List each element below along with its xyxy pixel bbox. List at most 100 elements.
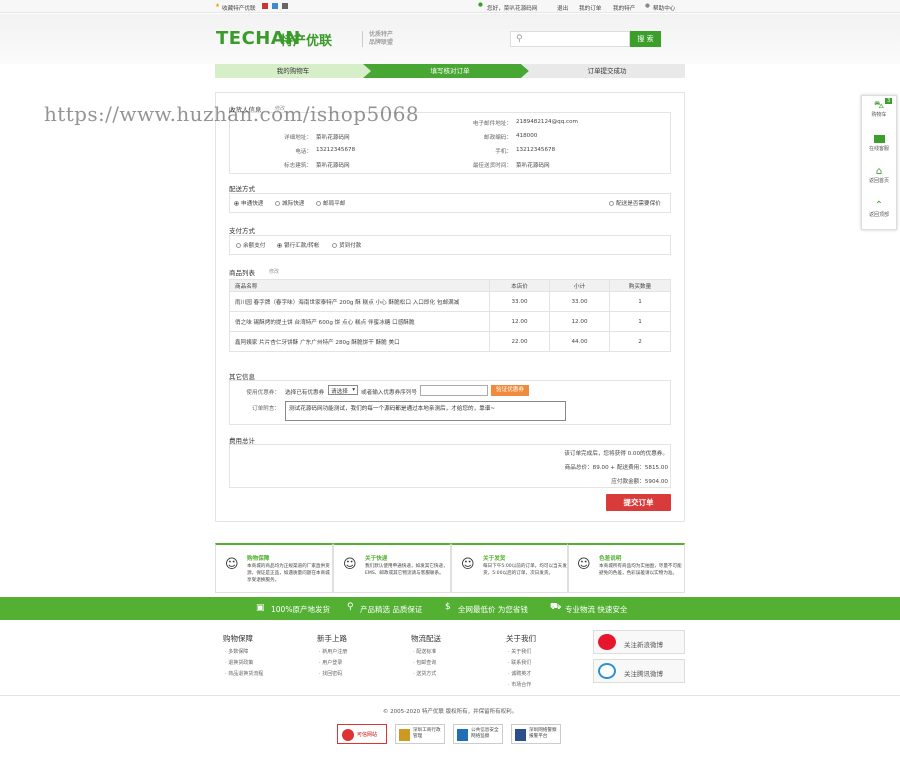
col-subtotal: 小计	[549, 279, 610, 292]
goods-name[interactable]: 俏之味 锡酥烤的提土饼 台湾特产 600g 饼 点心 糕点 伴蜜冰糖 口感酥脆	[229, 311, 490, 332]
shipping-option-city[interactable]: 城际快递	[275, 199, 304, 207]
footer-col-title: 购物保障	[223, 634, 253, 643]
footer-link[interactable]: · 包邮查询	[413, 659, 436, 666]
sina-weibo-label: 关注新浪微博	[624, 641, 663, 649]
side-top-label: 返回顶部	[868, 212, 889, 218]
badge-police[interactable]: 深圳网络警察报警平台	[511, 724, 561, 744]
tencent-weibo-button[interactable]: 关注腾讯微博	[593, 659, 685, 683]
submit-order-button[interactable]: 提交订单	[606, 494, 671, 511]
badge-label: 深圳网络警察报警平台	[529, 728, 557, 739]
table-row: 鑫阿姨家 片片杏仁牙饼酥 广东广州特产 280g 酥脆饼干 酥脆 美口 22.0…	[229, 331, 671, 352]
search-input[interactable]: ⚲	[510, 31, 630, 47]
footer-link[interactable]: · 退换货政策	[225, 659, 253, 666]
shipping-option-post[interactable]: 邮局平邮	[316, 199, 345, 207]
badge-shield-icon	[399, 729, 410, 741]
logout-link[interactable]: 退出	[557, 4, 568, 12]
footer-link[interactable]: · 新用户注册	[319, 648, 347, 655]
goods-subtotal: 44.00	[549, 331, 610, 352]
footer-link[interactable]: · 关于我们	[508, 648, 531, 655]
coupon-reward-text: 该订单完成后，您将获得 0.00的优惠券。	[564, 451, 668, 457]
footer-link[interactable]: · 配送标准	[413, 648, 436, 655]
magnifier-icon: ⚲	[347, 602, 354, 612]
shipping-option-sto[interactable]: 申通快递	[234, 199, 263, 207]
footer-link[interactable]: · 联系我们	[508, 659, 531, 666]
slogan-line-2: 品牌联盟	[369, 39, 394, 46]
address-label: 详细地址：	[284, 135, 312, 141]
step-cart: 我的购物车	[276, 67, 310, 75]
footer-link[interactable]: · 多数保障	[225, 648, 248, 655]
payment-option-balance[interactable]: 余额支付	[236, 241, 265, 249]
search-icon: ⚲	[516, 34, 523, 44]
side-cart-button[interactable]: 3 ⛍ 购物车	[861, 98, 897, 118]
service-text: 我们默认使用申通快递，如发其它快递，EMS、邮政或其它物流请与客服联系。	[365, 564, 448, 576]
badge-trusted[interactable]: 可信网站	[337, 724, 387, 744]
footer-link[interactable]: · 送货方式	[413, 670, 436, 677]
coupon-text: 选择已有优惠券	[285, 390, 325, 396]
badge-label: 深圳工商行政管理	[413, 728, 441, 739]
footer-link[interactable]: · 找回密码	[319, 670, 342, 677]
coupon-select[interactable]: 请选择 ▾	[328, 385, 358, 395]
badge-police-icon	[457, 729, 468, 741]
order-note-textarea[interactable]: 测试花源码网功能测试，我们的每一个源码都是通过本地亲测后，才给您的，靠谱~	[285, 401, 566, 421]
service-text: 本商城所有商品均为实拍图，尽量不可能避免的色差，色彩误差请以实物为准。	[599, 564, 682, 576]
qr-small-icon[interactable]	[282, 3, 288, 9]
side-home-button[interactable]: ⌂ 返回首页	[861, 166, 897, 185]
badge-icbc[interactable]: 深圳工商行政管理	[395, 724, 445, 744]
service-box-guarantee: ☺ 购物保障 本商城的商品均为正规渠道的厂家直供货源，保证是正品，如遇质量问题在…	[215, 543, 333, 593]
smile-icon: ☺	[225, 557, 239, 572]
feature-origin: 100%原产地发货	[271, 605, 330, 614]
goods-price: 33.00	[489, 291, 550, 312]
truck-icon: ⛟	[550, 602, 562, 612]
sina-weibo-button[interactable]: 关注新浪微博	[593, 630, 685, 654]
footer-link[interactable]: · 商品退换货流程	[225, 670, 263, 677]
badge-security[interactable]: 公共信息安全网络监察	[453, 724, 503, 744]
side-cart-label: 购物车	[871, 112, 887, 118]
side-service-button[interactable]: 在线客服	[861, 135, 897, 152]
star-icon: ★	[215, 3, 221, 9]
insure-checkbox[interactable]: 配送是否需要保价	[609, 199, 661, 207]
favorite-link[interactable]: 收藏特产优联	[222, 4, 256, 12]
coupon-code-input[interactable]	[420, 385, 488, 396]
step-done: 订单提交成功	[587, 67, 627, 75]
money-bag-icon: $	[445, 602, 451, 612]
footer-link[interactable]: · 市场合作	[508, 681, 531, 688]
service-box-express: ☺ 关于快递 我们默认使用申通快递，如发其它快递，EMS、邮政或其它物流请与客服…	[333, 543, 451, 593]
my-orders-link[interactable]: 我的订单	[579, 4, 601, 12]
coupon-label: 使用优惠券：	[246, 390, 280, 396]
footer-link[interactable]: · 用户登录	[319, 659, 342, 666]
qq-small-icon[interactable]	[272, 3, 278, 9]
goods-edit-link[interactable]: 修改	[269, 268, 279, 275]
delivery-time-label: 最佳送货时间：	[472, 163, 512, 169]
goods-name[interactable]: 雨川园 春字牌（春字味）海南世家泰特产 200g 酥 糕点 小心 酥脆松口 入口…	[229, 291, 490, 312]
chevron-up-icon: ⌃	[874, 200, 884, 211]
email-label: 电子邮件地址：	[472, 121, 512, 127]
slogan: 优质特产 品牌联盟	[362, 31, 393, 47]
weibo-icon	[598, 634, 616, 650]
chevron-down-icon: ▾	[352, 387, 355, 393]
service-title: 关于快递	[365, 556, 388, 562]
footer-link[interactable]: · 诚聘英才	[508, 670, 531, 677]
feature-logistics: 专业物流 快速安全	[565, 605, 628, 614]
search-button[interactable]: 搜 索	[630, 31, 661, 47]
help-icon: ●	[645, 3, 650, 9]
my-account-link[interactable]: 我的特产	[613, 4, 635, 12]
weibo-small-icon[interactable]	[262, 3, 268, 9]
cart-count-badge: 3	[885, 98, 893, 104]
help-link[interactable]: 帮助中心	[653, 4, 675, 12]
order-note-label: 订单附言：	[252, 406, 280, 412]
footer-col-title: 新手上路	[317, 634, 347, 643]
goods-name[interactable]: 鑫阿姨家 片片杏仁牙饼酥 广东广州特产 280g 酥脆饼干 酥脆 美口	[229, 331, 490, 352]
home-icon: ⌂	[875, 166, 883, 177]
verify-coupon-button[interactable]: 验证优惠券	[491, 385, 529, 396]
payment-option-cod[interactable]: 货到付款	[332, 241, 361, 249]
goods-subtotal: 33.00	[549, 291, 610, 312]
smile-icon: ☺	[343, 557, 357, 572]
goods-title: 商品列表	[229, 269, 255, 277]
payment-option-bank[interactable]: 银行汇款/转帐	[277, 241, 319, 249]
zip-label: 邮政编码：	[484, 135, 512, 141]
service-box-color: ☺ 色差说明 本商城所有商品均为实拍图，尽量不可能避免的色差，色彩误差请以实物为…	[567, 543, 685, 593]
payment-title: 支付方式	[229, 227, 255, 235]
table-row: 俏之味 锡酥烤的提土饼 台湾特产 600g 饼 点心 糕点 伴蜜冰糖 口感酥脆 …	[229, 311, 671, 332]
badge-label: 可信网站	[357, 732, 378, 738]
side-top-button[interactable]: ⌃ 返回顶部	[861, 200, 897, 219]
